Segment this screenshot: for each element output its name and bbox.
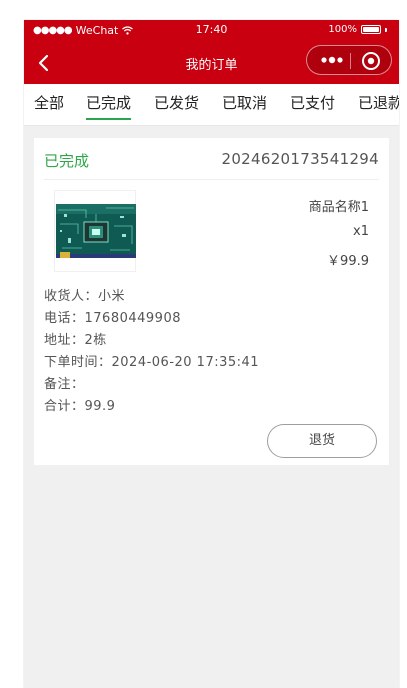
navigation-bar: 我的订单 [24, 42, 399, 84]
mini-program-capsule [306, 45, 392, 75]
tab-cancelled[interactable]: 已取消 [222, 92, 267, 113]
consignee-text: 收货人：小米 [44, 289, 126, 304]
circuit-board-image [56, 204, 136, 258]
close-target-icon[interactable] [359, 49, 383, 73]
address-text: 地址：2栋 [44, 333, 107, 348]
tab-paid[interactable]: 已支付 [290, 92, 335, 113]
more-dots-icon[interactable] [315, 50, 349, 70]
phone-text: 电话：17680449908 [44, 311, 181, 326]
remark-text: 备注： [44, 377, 85, 392]
product-quantity: x1 [353, 224, 369, 239]
product-name: 商品名称1 [308, 200, 369, 215]
capsule-divider [350, 53, 351, 69]
battery-icon [361, 25, 381, 34]
battery-tip [385, 27, 387, 32]
order-card: 已完成 2024620173541294 商品名称1 x1 ￥99.9 收货人：… [34, 138, 389, 465]
status-right: 100% [328, 24, 387, 35]
product-price: ￥99.9 [327, 254, 369, 269]
tab-refunded[interactable]: 已退款 [358, 92, 399, 113]
battery-percent: 100% [328, 24, 357, 35]
return-goods-button[interactable]: 退货 [267, 424, 377, 458]
phone-screen: ●●●●● WeChat 17:40 100% 我的订单 全部 已完成 已发货 … [24, 20, 399, 688]
total-text: 合计：99.9 [44, 399, 116, 414]
tab-all[interactable]: 全部 [34, 92, 64, 113]
order-card-header: 已完成 2024620173541294 [44, 138, 379, 180]
tab-completed[interactable]: 已完成 [86, 92, 132, 120]
order-status-tabs: 全部 已完成 已发货 已取消 已支付 已退款 [24, 84, 399, 126]
status-bar: ●●●●● WeChat 17:40 100% [24, 20, 399, 42]
order-time-text: 下单时间：2024-06-20 17:35:41 [44, 355, 260, 370]
tab-shipped[interactable]: 已发货 [154, 92, 199, 113]
order-status: 已完成 [44, 152, 90, 170]
order-number: 2024620173541294 [221, 150, 379, 168]
product-image [54, 190, 136, 272]
